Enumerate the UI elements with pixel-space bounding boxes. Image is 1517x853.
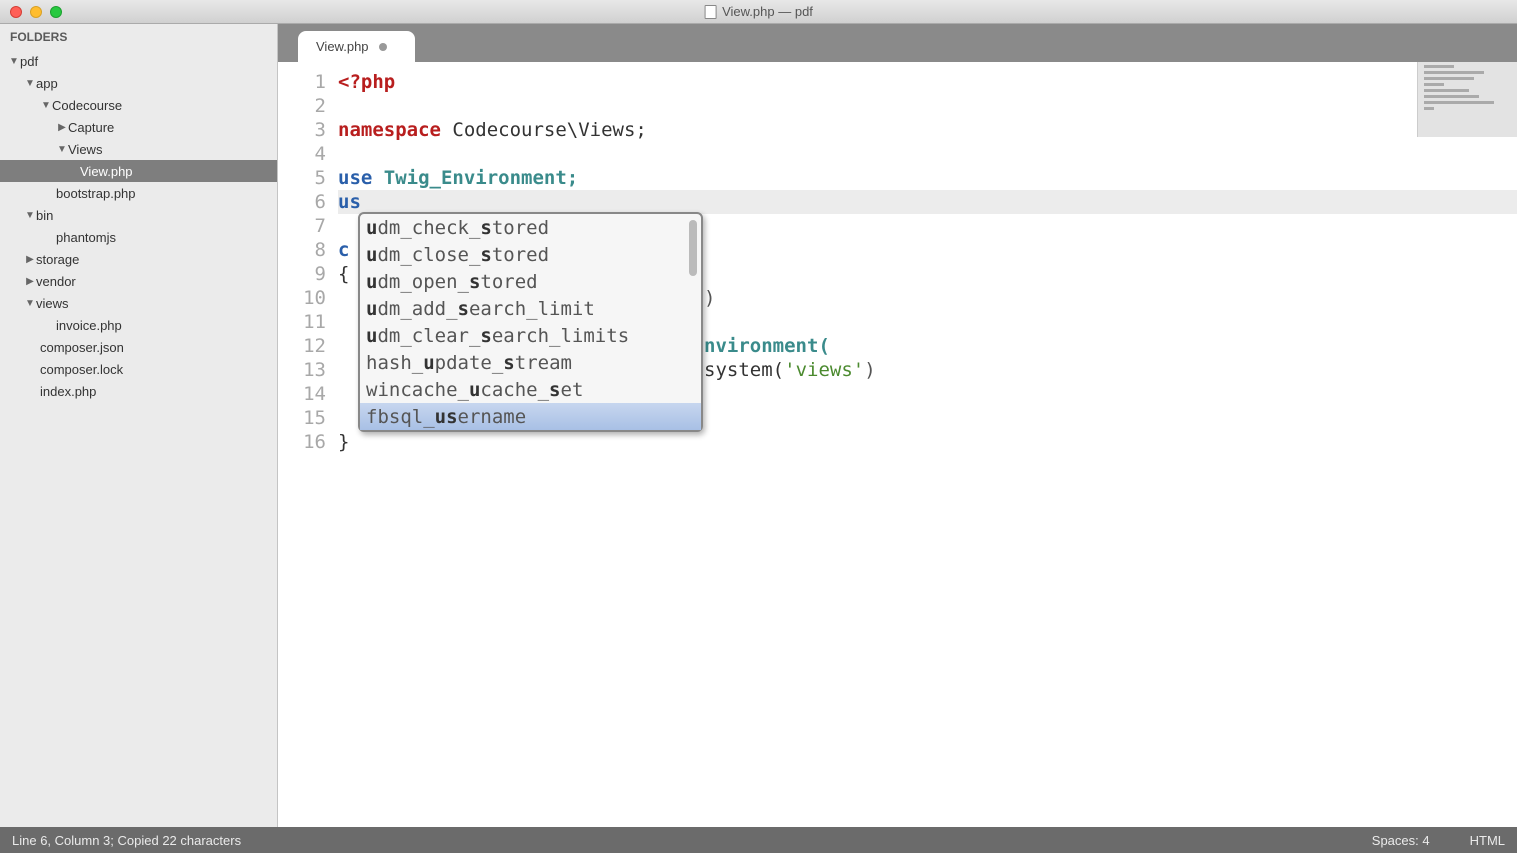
window-title: View.php — pdf (704, 4, 813, 19)
tree-folder-capture[interactable]: ▶ Capture (0, 116, 277, 138)
folder-tree: ▼ pdf ▼ app ▼ Codecourse ▶ Capture ▼ Vie… (0, 50, 277, 402)
tree-file-index[interactable]: index.php (0, 380, 277, 402)
tree-folder-views-lower[interactable]: ▼ views (0, 292, 277, 314)
autocomplete-item[interactable]: wincache_ucache_set (360, 376, 701, 403)
document-icon (704, 5, 716, 19)
tab-bar: View.php (278, 24, 1517, 62)
status-language[interactable]: HTML (1470, 833, 1505, 848)
traffic-lights (0, 6, 62, 18)
tab-view-php[interactable]: View.php (298, 31, 415, 62)
autocomplete-item[interactable]: hash_update_stream (360, 349, 701, 376)
chevron-down-icon: ▼ (40, 100, 52, 111)
tree-folder-bin[interactable]: ▼ bin (0, 204, 277, 226)
tree-file-bootstrap[interactable]: bootstrap.php (0, 182, 277, 204)
autocomplete-item[interactable]: udm_close_stored (360, 241, 701, 268)
status-left: Line 6, Column 3; Copied 22 characters (12, 833, 241, 848)
autocomplete-item[interactable]: udm_check_stored (360, 214, 701, 241)
sidebar: FOLDERS ▼ pdf ▼ app ▼ Codecourse ▶ Captu… (0, 24, 278, 827)
titlebar: View.php — pdf (0, 0, 1517, 24)
tree-folder-storage[interactable]: ▶ storage (0, 248, 277, 270)
tree-file-phantomjs[interactable]: phantomjs (0, 226, 277, 248)
tree-folder-pdf[interactable]: ▼ pdf (0, 50, 277, 72)
chevron-down-icon: ▼ (56, 144, 68, 155)
dirty-indicator-icon (379, 43, 387, 51)
tree-folder-vendor[interactable]: ▶ vendor (0, 270, 277, 292)
autocomplete-item[interactable]: udm_open_stored (360, 268, 701, 295)
status-bar: Line 6, Column 3; Copied 22 characters S… (0, 827, 1517, 853)
chevron-right-icon: ▶ (24, 276, 36, 287)
editor-pane: View.php 1 2 3 4 5 6 7 8 9 10 11 12 13 1… (278, 24, 1517, 827)
autocomplete-item[interactable]: udm_clear_search_limits (360, 322, 701, 349)
tree-folder-app[interactable]: ▼ app (0, 72, 277, 94)
chevron-right-icon: ▶ (56, 122, 68, 133)
tree-file-composer-json[interactable]: composer.json (0, 336, 277, 358)
close-icon[interactable] (10, 6, 22, 18)
minimap[interactable] (1417, 62, 1517, 137)
chevron-down-icon: ▼ (8, 56, 20, 67)
tree-folder-views[interactable]: ▼ Views (0, 138, 277, 160)
autocomplete-item-selected[interactable]: fbsql_username (360, 403, 701, 430)
chevron-right-icon: ▶ (24, 254, 36, 265)
autocomplete-item[interactable]: udm_add_search_limit (360, 295, 701, 322)
maximize-icon[interactable] (50, 6, 62, 18)
code-editor[interactable]: 1 2 3 4 5 6 7 8 9 10 11 12 13 14 15 16 <… (278, 62, 1517, 827)
minimize-icon[interactable] (30, 6, 42, 18)
autocomplete-popup[interactable]: udm_check_stored udm_close_stored udm_op… (358, 212, 703, 432)
tree-file-composer-lock[interactable]: composer.lock (0, 358, 277, 380)
chevron-down-icon: ▼ (24, 78, 36, 89)
chevron-down-icon: ▼ (24, 210, 36, 221)
tree-file-invoice[interactable]: invoice.php (0, 314, 277, 336)
chevron-down-icon: ▼ (24, 298, 36, 309)
tree-file-view-php[interactable]: View.php (0, 160, 277, 182)
code-body[interactable]: <?php namespace Codecourse\Views; use Tw… (338, 62, 1517, 827)
status-spaces[interactable]: Spaces: 4 (1372, 833, 1430, 848)
sidebar-header: FOLDERS (0, 24, 277, 50)
line-gutter: 1 2 3 4 5 6 7 8 9 10 11 12 13 14 15 16 (278, 62, 338, 827)
tree-folder-codecourse[interactable]: ▼ Codecourse (0, 94, 277, 116)
